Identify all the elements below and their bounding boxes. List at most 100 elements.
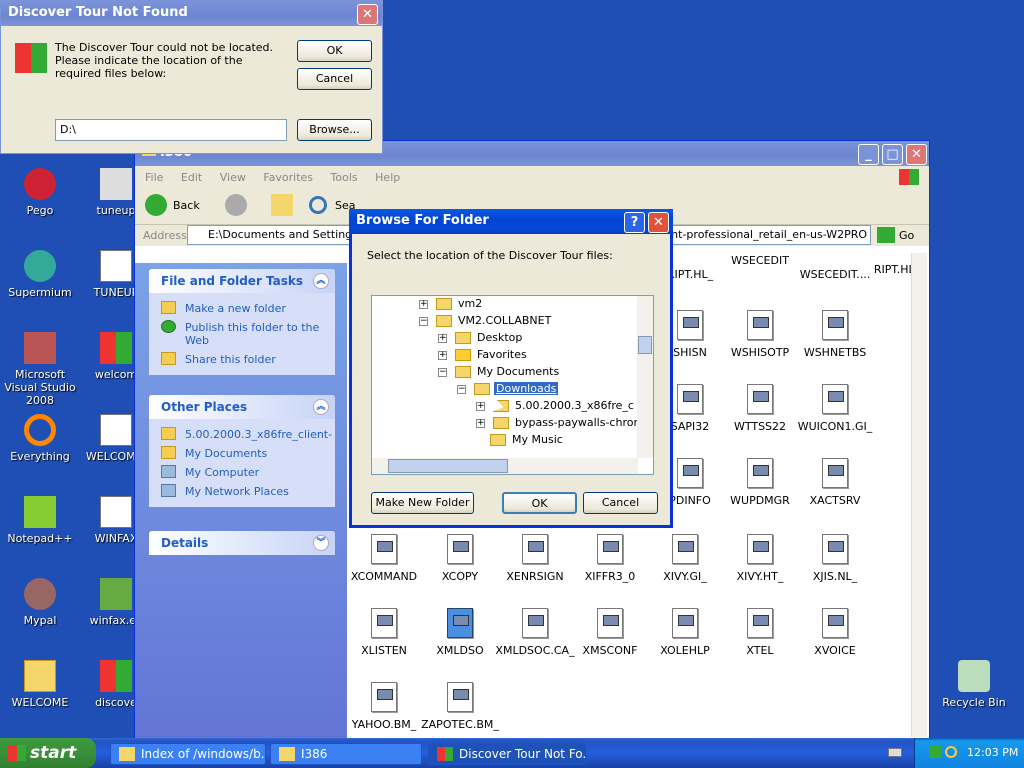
expand-icon[interactable]: +: [419, 300, 428, 309]
tray-icon-network[interactable]: [929, 746, 941, 758]
tree-item-w2pro-folder[interactable]: +5.00.2000.3_x86fre_c: [476, 398, 634, 414]
details-header[interactable]: Details ︾: [149, 531, 335, 555]
file-item[interactable]: WTTSS22: [720, 384, 800, 433]
desktop-icon-notepadpp[interactable]: Notepad++: [0, 496, 80, 545]
file-item[interactable]: WSECEDIT....: [795, 268, 875, 281]
menu-help[interactable]: Help: [375, 171, 400, 184]
expand-icon[interactable]: +: [476, 419, 485, 428]
collapse-icon[interactable]: ︽: [313, 399, 329, 415]
desktop-icon-mypal[interactable]: Mypal: [0, 578, 80, 627]
file-item[interactable]: YAHOO.BM_: [344, 682, 424, 731]
desktop-icon-everything[interactable]: Everything: [0, 414, 80, 463]
file-item[interactable]: XCOMMAND: [344, 534, 424, 583]
file-item[interactable]: XOLEHLP: [645, 608, 725, 657]
vertical-scrollbar[interactable]: [911, 253, 927, 737]
file-item[interactable]: WUPDMGR: [720, 458, 800, 507]
expand-icon[interactable]: +: [438, 334, 447, 343]
file-item[interactable]: XIVY.GI_: [645, 534, 725, 583]
desktop-icon-supermium[interactable]: Supermium: [0, 250, 80, 299]
back-label[interactable]: Back: [173, 199, 200, 212]
file-item[interactable]: XTEL: [720, 608, 800, 657]
taskbar-item-index-windows[interactable]: Index of /windows/b...: [110, 743, 266, 765]
start-button[interactable]: start: [0, 738, 96, 768]
file-item[interactable]: WSECEDIT: [720, 254, 800, 267]
close-button[interactable]: ✕: [648, 212, 669, 233]
tree-item-bypass-paywalls[interactable]: + bypass-paywalls-chron: [476, 415, 640, 431]
tree-item-downloads[interactable]: − Downloads: [457, 381, 559, 397]
collapse-icon[interactable]: −: [457, 385, 466, 394]
other-places-header[interactable]: Other Places ︽: [149, 395, 335, 419]
keyboard-icon[interactable]: [888, 748, 902, 757]
go-arrow-icon[interactable]: [877, 227, 895, 243]
tree-item-desktop[interactable]: + Desktop: [438, 330, 522, 346]
file-folder-tasks-header[interactable]: File and Folder Tasks ︽: [149, 269, 335, 293]
close-button[interactable]: ✕: [906, 144, 927, 165]
clock[interactable]: 12:03 PM: [967, 746, 1018, 759]
other-place-network[interactable]: My Network Places: [149, 482, 335, 501]
file-item[interactable]: XLISTEN: [344, 608, 424, 657]
taskbar-item-discover-tour[interactable]: Discover Tour Not Fo...: [428, 743, 586, 765]
taskbar-item-i386[interactable]: I386: [270, 743, 422, 765]
menu-view[interactable]: View: [220, 171, 246, 184]
collapse-icon[interactable]: −: [419, 317, 428, 326]
tree-item-vm2[interactable]: + vm2: [419, 296, 482, 312]
scroll-thumb[interactable]: [638, 336, 652, 354]
file-item[interactable]: XACTSRV: [795, 458, 875, 507]
tree-vertical-scrollbar[interactable]: [637, 296, 653, 458]
discover-dialog-titlebar[interactable]: Discover Tour Not Found ✕: [1, 1, 382, 26]
search-icon[interactable]: [309, 196, 327, 214]
menu-tools[interactable]: Tools: [331, 171, 358, 184]
expand-icon[interactable]: +: [438, 351, 447, 360]
ok-button[interactable]: OK: [297, 40, 372, 62]
file-item[interactable]: XMLDSO: [420, 608, 500, 657]
publish-folder-link[interactable]: Publish this folder to the Web: [149, 318, 335, 350]
tree-item-my-documents[interactable]: − My Documents: [438, 364, 559, 380]
browse-button[interactable]: Browse...: [297, 119, 372, 141]
expand-icon[interactable]: ︾: [313, 535, 329, 551]
cancel-button[interactable]: Cancel: [297, 68, 372, 90]
menu-favorites[interactable]: Favorites: [263, 171, 313, 184]
go-button[interactable]: Go: [899, 229, 914, 242]
file-item[interactable]: WSHNETBS: [795, 310, 875, 359]
forward-icon[interactable]: [225, 194, 247, 216]
collapse-icon[interactable]: ︽: [313, 273, 329, 289]
expand-icon[interactable]: +: [476, 402, 485, 411]
minimize-button[interactable]: _: [858, 144, 879, 165]
collapse-icon[interactable]: −: [438, 368, 447, 377]
make-new-folder-link[interactable]: Make a new folder: [149, 299, 335, 318]
file-item[interactable]: WUICON1.GI_: [795, 384, 875, 433]
back-icon[interactable]: [145, 194, 167, 216]
share-folder-link[interactable]: Share this folder: [149, 350, 335, 369]
cancel-button[interactable]: Cancel: [583, 492, 658, 514]
menu-file[interactable]: File: [145, 171, 163, 184]
file-item[interactable]: XJIS.NL_: [795, 534, 875, 583]
file-item[interactable]: WSHISOTP: [720, 310, 800, 359]
tree-item-my-music[interactable]: My Music: [474, 432, 563, 448]
file-item[interactable]: XENRSIGN: [495, 534, 575, 583]
tree-item-vm2-collabnet[interactable]: − VM2.COLLABNET: [419, 313, 551, 329]
desktop-icon-visual-studio[interactable]: Microsoft Visual Studio 2008: [0, 332, 80, 407]
file-item[interactable]: XCOPY: [420, 534, 500, 583]
other-place-my-computer[interactable]: My Computer: [149, 463, 335, 482]
browse-dialog-titlebar[interactable]: Browse For Folder ? ✕: [349, 209, 673, 234]
other-place-parent-folder[interactable]: 5.00.2000.3_x86fre_client-: [149, 425, 335, 444]
file-item[interactable]: XVOICE: [795, 608, 875, 657]
close-button[interactable]: ✕: [357, 4, 378, 25]
up-folder-icon[interactable]: [271, 194, 293, 216]
tree-item-favorites[interactable]: + Favorites: [438, 347, 527, 363]
scroll-thumb[interactable]: [388, 459, 508, 473]
path-input[interactable]: D:\: [55, 119, 287, 141]
tree-horizontal-scrollbar[interactable]: [372, 458, 638, 474]
maximize-button[interactable]: □: [882, 144, 903, 165]
help-button[interactable]: ?: [624, 212, 645, 233]
menu-edit[interactable]: Edit: [181, 171, 202, 184]
desktop-icon-welcome-folder[interactable]: WELCOME: [0, 660, 80, 709]
file-item[interactable]: XMSCONF: [570, 608, 650, 657]
desktop-icon-pego[interactable]: Pego: [0, 168, 80, 217]
file-item[interactable]: ZAPOTEC.BM_: [420, 682, 500, 731]
file-item[interactable]: XIVY.HT_: [720, 534, 800, 583]
tray-icon-search[interactable]: [945, 746, 957, 758]
file-item[interactable]: XIFFR3_0: [570, 534, 650, 583]
desktop-icon-recycle-bin[interactable]: Recycle Bin: [934, 660, 1014, 709]
file-item[interactable]: XMLDSOC.CA_: [495, 608, 575, 657]
